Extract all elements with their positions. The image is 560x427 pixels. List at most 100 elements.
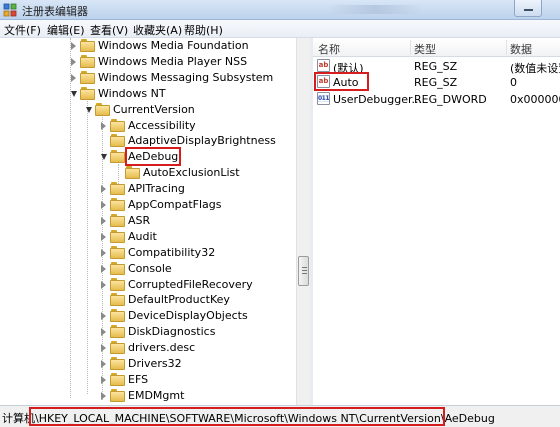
menu-favorites[interactable]: 收藏夹(A) [133, 22, 182, 38]
tree-node-label: AutoExclusionList [143, 166, 240, 180]
menu-bar: 文件(F) 编辑(E) 查看(V) 收藏夹(A) 帮助(H) [0, 20, 560, 38]
collapsed-arrow-icon[interactable] [101, 264, 106, 273]
status-bar: 计算机\HKEY_LOCAL_MACHINE\SOFTWARE\Microsof… [0, 405, 560, 427]
folder-icon [80, 39, 95, 52]
expanded-arrow-icon[interactable] [71, 90, 77, 97]
tree-node[interactable]: Windows Media Player NSS [0, 54, 296, 70]
tree-node[interactable]: Accessibility [0, 118, 296, 134]
tree-node[interactable]: Windows Media Foundation [0, 38, 296, 54]
tree-node[interactable]: EMDMgmt [0, 388, 296, 404]
folder-icon [110, 388, 125, 402]
collapsed-arrow-icon[interactable] [101, 360, 106, 368]
value-name: Auto [333, 76, 359, 89]
tree-node-label: Compatibility32 [128, 245, 216, 259]
column-header-type[interactable]: 类型 [414, 41, 436, 57]
tree-node[interactable]: CurrentVersion [0, 102, 296, 118]
value-row[interactable]: 011UserDebugger...REG_DWORD 0x0000000 [313, 91, 560, 107]
menu-edit[interactable]: 编辑(E) [47, 22, 85, 38]
value-row[interactable]: ab Auto REG_SZ 0 [313, 72, 560, 91]
tree-node-label: Windows NT [98, 86, 166, 100]
expanded-arrow-icon[interactable] [86, 106, 92, 113]
folder-icon [95, 102, 110, 116]
tree-node[interactable]: DiskDiagnostics [0, 324, 296, 340]
tree-node-label: CurrentVersion [113, 102, 195, 116]
collapsed-arrow-icon[interactable] [71, 73, 76, 82]
tree-vertical-scrollbar[interactable] [296, 38, 310, 405]
collapsed-arrow-icon[interactable] [101, 328, 106, 337]
folder-icon [110, 341, 125, 355]
path-highlight-box [29, 407, 445, 426]
folder-icon [110, 325, 125, 339]
folder-icon [110, 245, 125, 259]
tree-node[interactable]: DefaultProductKey [0, 292, 296, 308]
title-bar: 注册表编辑器 [0, 0, 560, 20]
tree-node[interactable]: AutoExclusionList [0, 165, 296, 181]
folder-icon [110, 118, 125, 132]
tree-node-label: Windows Messaging Subsystem [98, 70, 274, 84]
tree-node-label: Drivers32 [128, 357, 182, 370]
tree-node[interactable]: APITracing [0, 181, 296, 197]
tree-node-label: DiskDiagnostics [128, 325, 216, 339]
tree-node-label: EMDMgmt [128, 388, 185, 402]
tree-node[interactable]: ASR [0, 213, 296, 229]
collapsed-arrow-icon[interactable] [101, 248, 106, 257]
collapsed-arrow-icon[interactable] [101, 280, 106, 289]
collapsed-arrow-icon[interactable] [101, 312, 106, 321]
tree-node-label: drivers.desc [128, 341, 196, 355]
folder-icon [110, 182, 125, 196]
tree-node[interactable]: Windows NT [0, 86, 296, 102]
tree-node[interactable]: EFS [0, 372, 296, 388]
tree-node[interactable]: DeviceDisplayObjects [0, 308, 296, 324]
folder-icon [110, 357, 125, 370]
tree-node[interactable]: Compatibility32 [0, 245, 296, 261]
tree-node-label: AppCompatFlags [128, 198, 222, 211]
collapsed-arrow-icon[interactable] [101, 185, 106, 194]
registry-values-list[interactable]: 名称 类型 数据 ab(默认)REG_SZ(数值未设置abAutoREG_SZ0… [313, 38, 560, 405]
collapsed-arrow-icon[interactable] [71, 42, 76, 50]
menu-help[interactable]: 帮助(H) [184, 22, 223, 38]
folder-icon [110, 293, 125, 307]
tree-node[interactable]: AeDebug [0, 147, 296, 167]
collapsed-arrow-icon[interactable] [101, 344, 106, 353]
collapsed-arrow-icon[interactable] [101, 232, 106, 241]
collapsed-arrow-icon[interactable] [71, 57, 76, 66]
tree-node[interactable]: Windows Messaging Subsystem [0, 70, 296, 86]
value-type: REG_SZ [414, 60, 458, 73]
tree-node[interactable]: drivers.desc [0, 340, 296, 356]
scrollbar-thumb[interactable] [298, 256, 309, 286]
collapsed-arrow-icon[interactable] [101, 216, 106, 225]
folder-icon [110, 150, 125, 164]
tree-node[interactable]: Drivers32 [0, 356, 296, 372]
tree-node-label: Audit [128, 229, 157, 243]
value-type: REG_SZ [414, 76, 458, 89]
collapsed-arrow-icon[interactable] [101, 375, 106, 384]
folder-icon [110, 198, 125, 211]
tree-node[interactable]: Console [0, 261, 296, 277]
tree-node-label: Windows Media Player NSS [98, 54, 248, 68]
folder-icon [110, 213, 125, 227]
value-data: 0 [510, 76, 517, 89]
tree-node-label: Accessibility [128, 118, 196, 132]
menu-file[interactable]: 文件(F) [4, 22, 41, 38]
collapsed-arrow-icon[interactable] [101, 121, 106, 130]
expanded-arrow-icon[interactable] [101, 154, 107, 161]
registry-key-tree[interactable]: Windows Media Foundation Windows Media Pl… [0, 38, 296, 405]
folder-icon [110, 261, 125, 275]
column-header-name[interactable]: 名称 [318, 41, 340, 57]
tree-node[interactable]: AppCompatFlags [0, 197, 296, 213]
tree-node[interactable]: AdaptiveDisplayBrightness [0, 133, 296, 149]
menu-view[interactable]: 查看(V) [90, 22, 128, 38]
tree-node-label: AeDebug [124, 147, 182, 167]
tree-node[interactable]: Audit [0, 229, 296, 245]
folder-icon [80, 54, 95, 68]
tree-node[interactable]: CorruptedFileRecovery [0, 277, 296, 293]
collapsed-arrow-icon[interactable] [101, 391, 106, 400]
tree-node-label: ASR [128, 213, 151, 227]
collapsed-arrow-icon[interactable] [101, 201, 106, 209]
folder-icon [110, 309, 125, 323]
folder-icon [110, 229, 125, 243]
value-name: UserDebugger... [333, 93, 422, 106]
minimize-button[interactable] [514, 0, 542, 17]
tree-node-label: DefaultProductKey [128, 293, 230, 307]
column-header-data[interactable]: 数据 [510, 41, 532, 57]
